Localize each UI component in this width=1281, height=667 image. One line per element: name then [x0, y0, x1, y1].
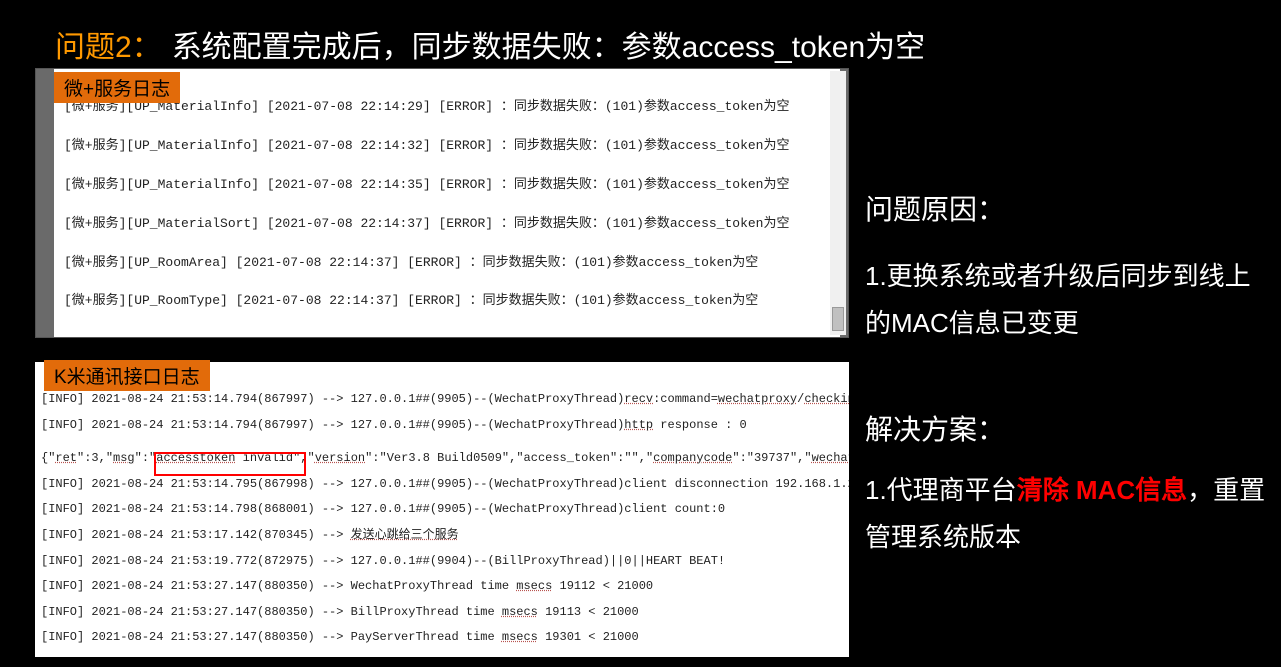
log-line: [INFO] 2021-08-24 21:53:17.142(870345) -…: [41, 528, 843, 544]
scrollbar-thumb[interactable]: [832, 307, 844, 331]
log-line-error: {"ret":3,"msg":"accesstoken invalid","ve…: [41, 451, 843, 467]
explanation-column: 问题原因： 1.更换系统或者升级后同步到线上的MAC信息已变更 解决方案： 1.…: [865, 185, 1275, 561]
service-log-badge: 微+服务日志: [54, 72, 180, 103]
service-log-panel: [微+服务][UP_MaterialInfo] [2021-07-08 22:1…: [35, 68, 849, 338]
log-line: [INFO] 2021-08-24 21:53:14.794(867997) -…: [41, 392, 843, 408]
log-line: [INFO] 2021-08-24 21:53:14.794(867997) -…: [41, 418, 843, 434]
kmi-log-panel: [INFO] 2021-08-24 21:53:14.794(867997) -…: [35, 362, 849, 657]
log-line: [INFO] 2021-08-24 21:53:14.798(868001) -…: [41, 502, 843, 518]
kmi-log-badge: K米通讯接口日志: [44, 360, 210, 391]
solution-highlight: 清除 MAC信息: [1017, 475, 1187, 505]
cause-body: 1.更换系统或者升级后同步到线上的MAC信息已变更: [865, 253, 1275, 347]
log-line: [INFO] 2021-08-24 21:53:19.772(872975) -…: [41, 554, 843, 570]
solution-heading: 解决方案：: [865, 405, 1275, 455]
log-line: [INFO] 2021-08-24 21:53:27.147(880350) -…: [41, 605, 843, 621]
cause-heading: 问题原因：: [865, 185, 1275, 235]
solution-body: 1.代理商平台清除 MAC信息，重置管理系统版本: [865, 467, 1275, 561]
log-line: [微+服务][UP_MaterialSort] [2021-07-08 22:1…: [64, 216, 830, 233]
title-text: 系统配置完成后，同步数据失败：参数access_token为空: [172, 31, 925, 64]
log-line: [微+服务][UP_MaterialInfo] [2021-07-08 22:1…: [64, 177, 830, 194]
scrollbar[interactable]: [830, 71, 846, 335]
log-line: [INFO] 2021-08-24 21:53:27.847(881050) -…: [41, 656, 843, 657]
log-line: [INFO] 2021-08-24 21:53:27.147(880350) -…: [41, 579, 843, 595]
title-prefix: 问题2：: [55, 31, 162, 64]
service-log-content: [微+服务][UP_MaterialInfo] [2021-07-08 22:1…: [54, 69, 840, 337]
log-line: [INFO] 2021-08-24 21:53:27.147(880350) -…: [41, 630, 843, 646]
page-title: 问题2： 系统配置完成后，同步数据失败：参数access_token为空: [55, 22, 925, 66]
log-line: [微+服务][UP_RoomArea] [2021-07-08 22:14:37…: [64, 255, 830, 272]
log-line: [微+服务][UP_RoomType] [2021-07-08 22:14:37…: [64, 293, 830, 310]
log-line: [INFO] 2021-08-24 21:53:14.795(867998) -…: [41, 477, 843, 493]
log-line: [微+服务][UP_MaterialInfo] [2021-07-08 22:1…: [64, 138, 830, 155]
